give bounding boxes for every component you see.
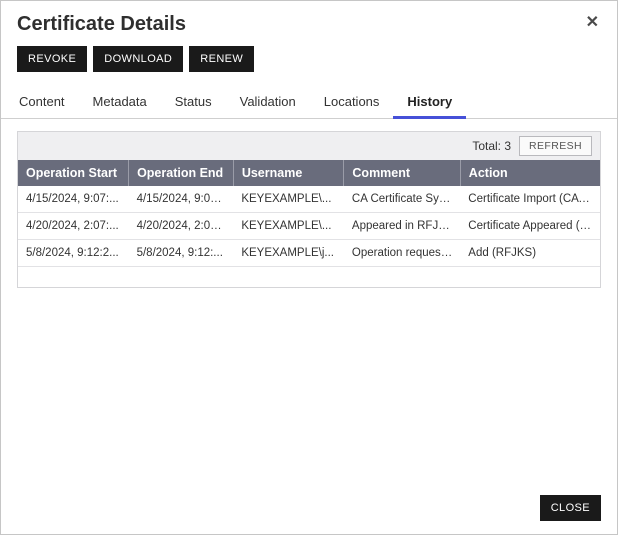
table-cell: KEYEXAMPLE\j... — [233, 240, 344, 267]
table-header-row: Operation StartOperation EndUsernameComm… — [18, 160, 600, 186]
tab-status[interactable]: Status — [161, 88, 226, 118]
empty-row-area — [18, 267, 600, 287]
revoke-button[interactable]: REVOKE — [17, 46, 87, 72]
history-table: Operation StartOperation EndUsernameComm… — [18, 160, 600, 267]
table-cell: KEYEXAMPLE\... — [233, 186, 344, 213]
table-cell: Certificate Appeared (R... — [460, 213, 600, 240]
certificate-details-dialog: Certificate Details ✕ REVOKE DOWNLOAD RE… — [0, 0, 618, 535]
tab-metadata[interactable]: Metadata — [79, 88, 161, 118]
table-cell: 4/15/2024, 9:07:... — [129, 186, 234, 213]
download-button[interactable]: DOWNLOAD — [93, 46, 183, 72]
table-cell: Certificate Import (CA S... — [460, 186, 600, 213]
dialog-header: Certificate Details ✕ — [1, 1, 617, 36]
column-header[interactable]: Comment — [344, 160, 460, 186]
column-header[interactable]: Operation End — [129, 160, 234, 186]
tab-locations[interactable]: Locations — [310, 88, 394, 118]
table-cell: 5/8/2024, 9:12:2... — [18, 240, 129, 267]
tab-validation[interactable]: Validation — [226, 88, 310, 118]
table-cell: 5/8/2024, 9:12:... — [129, 240, 234, 267]
total-count-label: Total: 3 — [472, 139, 511, 153]
table-row[interactable]: 4/15/2024, 9:07:...4/15/2024, 9:07:...KE… — [18, 186, 600, 213]
dialog-title: Certificate Details — [17, 13, 186, 36]
column-header[interactable]: Action — [460, 160, 600, 186]
tabs: ContentMetadataStatusValidationLocations… — [1, 88, 617, 119]
history-grid: Total: 3 REFRESH Operation StartOperatio… — [17, 131, 601, 288]
table-cell: Add (RFJKS) — [460, 240, 600, 267]
close-button[interactable]: CLOSE — [540, 495, 601, 521]
table-cell: Operation requeste... — [344, 240, 460, 267]
refresh-button[interactable]: REFRESH — [519, 136, 592, 156]
dialog-footer: CLOSE — [540, 495, 601, 521]
table-cell: KEYEXAMPLE\... — [233, 213, 344, 240]
table-cell: 4/15/2024, 9:07:... — [18, 186, 129, 213]
column-header[interactable]: Username — [233, 160, 344, 186]
table-row[interactable]: 5/8/2024, 9:12:2...5/8/2024, 9:12:...KEY… — [18, 240, 600, 267]
table-cell: CA Certificate Syn... — [344, 186, 460, 213]
close-icon[interactable]: ✕ — [584, 13, 601, 33]
table-cell: 4/20/2024, 2:07:... — [129, 213, 234, 240]
tab-content[interactable]: Content — [17, 88, 79, 118]
column-header[interactable]: Operation Start — [18, 160, 129, 186]
table-body: 4/15/2024, 9:07:...4/15/2024, 9:07:...KE… — [18, 186, 600, 267]
action-button-row: REVOKE DOWNLOAD RENEW — [1, 36, 617, 72]
grid-toolbar: Total: 3 REFRESH — [18, 132, 600, 160]
tab-history[interactable]: History — [393, 88, 466, 118]
renew-button[interactable]: RENEW — [189, 46, 254, 72]
table-cell: 4/20/2024, 2:07:... — [18, 213, 129, 240]
table-row[interactable]: 4/20/2024, 2:07:...4/20/2024, 2:07:...KE… — [18, 213, 600, 240]
table-cell: Appeared in RFJK... — [344, 213, 460, 240]
